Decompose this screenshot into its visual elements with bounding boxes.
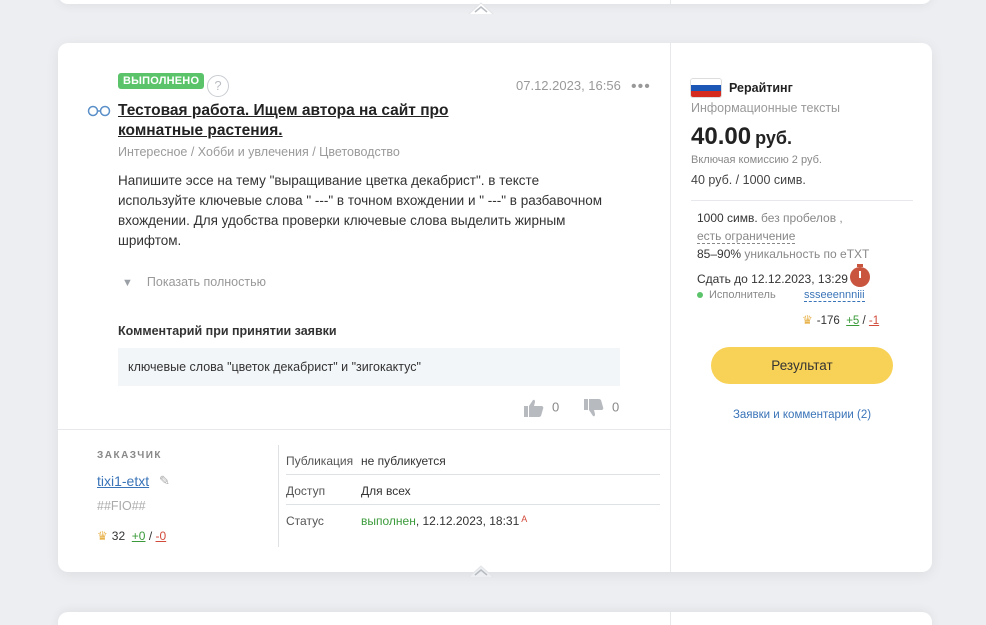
deadline-line: Сдать до 12.12.2023, 13:29 (697, 263, 870, 287)
volume-value: 1000 симв. (697, 211, 758, 225)
comment-text: ключевые слова "цветок декабрист" и "зиг… (118, 348, 620, 386)
meta-row-publication: Публикация не публикуется (286, 445, 660, 475)
executor-negative-reviews[interactable]: -1 (869, 315, 879, 327)
customer-positive-reviews[interactable]: +0 (132, 529, 146, 543)
previous-order-card (58, 0, 932, 4)
breadcrumb: Интересное / Хобби и увлечения / Цветово… (118, 145, 400, 159)
show-more-label: Показать полностью (146, 275, 266, 289)
dislikes-count: 0 (612, 399, 620, 415)
thumbs-up-icon (524, 399, 544, 417)
show-more-toggle[interactable]: ▼ Показать полностью (122, 275, 266, 289)
comment-heading: Комментарий при принятии заявки (118, 324, 337, 338)
rate-per-1000: 40 руб. / 1000 симв. (691, 173, 806, 187)
meta-row-status: Статус выполнен, 12.12.2023, 18:31 A (286, 505, 660, 535)
executor-name-wrap: ssseeennniii (804, 289, 865, 302)
price-currency: руб. (755, 128, 792, 148)
deadline: Сдать до 12.12.2023, 13:29 (697, 272, 848, 286)
executor-name-link[interactable]: ssseeennniii (804, 289, 865, 302)
chevron-down-icon: ▼ (122, 277, 133, 289)
result-button[interactable]: Результат (711, 347, 893, 384)
glasses-icon (87, 105, 111, 117)
executor-line: Исполнитель (697, 289, 776, 301)
like-button[interactable]: 0 (524, 399, 559, 417)
order-date: 07.12.2023, 16:56 (516, 78, 621, 93)
timer-icon (849, 264, 870, 287)
meta-value: не публикуется (361, 454, 446, 468)
online-dot-icon (697, 292, 703, 299)
volume-line: 1000 симв. без пробелов , (697, 211, 843, 225)
next-order-card (58, 612, 932, 625)
executor-positive-reviews[interactable]: +5 (846, 315, 859, 327)
customer-rating: ♛ 32 +0 / -0 (97, 529, 166, 543)
help-icon[interactable]: ? (207, 75, 229, 97)
status-mark: A (521, 514, 528, 524)
work-type: Рерайтинг (729, 81, 793, 95)
dislike-button[interactable]: 0 (584, 399, 619, 417)
price-value: 40.00 (691, 123, 752, 150)
likes-count: 0 (552, 399, 560, 415)
work-category: Информационные тексты (691, 101, 841, 115)
meta-key: Доступ (286, 484, 326, 498)
applications-link[interactable]: Заявки и комментарии (2) (671, 409, 933, 421)
crown-icon: ♛ (97, 529, 108, 543)
pencil-icon[interactable]: ✎ (159, 473, 170, 489)
customer-heading: ЗАКАЗЧИК (97, 450, 163, 461)
flag-icon (691, 79, 721, 97)
customer-rating-value: 32 (111, 529, 126, 543)
customer-name-link[interactable]: tixi1-etxt (97, 473, 149, 489)
more-icon[interactable]: ••• (631, 78, 651, 96)
chevron-up-icon[interactable] (468, 565, 494, 577)
limit-line: есть ограничение (697, 229, 796, 244)
executor-rating-value: -176 (816, 315, 840, 327)
executor-label: Исполнитель (709, 289, 776, 301)
customer-negative-reviews[interactable]: -0 (156, 529, 167, 543)
order-description: Напишите эссе на тему "выращивание цветк… (118, 173, 603, 248)
meta-key: Публикация (286, 454, 354, 468)
executor-rating: ♛ -176 +5 / -1 (802, 313, 879, 327)
order-card: ВЫПОЛНЕНО ? 07.12.2023, 16:56 ••• Тестов… (58, 43, 932, 572)
rating-separator: / (148, 529, 153, 543)
crown-icon: ♛ (802, 313, 813, 327)
rating-separator: / (862, 315, 866, 327)
commission-note: Включая комиссию 2 руб. (691, 154, 822, 166)
uniqueness-label: уникальность по eTXT (744, 247, 870, 261)
status-date: , 12.12.2023, 18:31 (415, 514, 520, 528)
status-value: выполнен (361, 514, 416, 528)
order-sidebar: Рерайтинг Информационные тексты 40.00 руб… (670, 43, 932, 572)
order-main: ВЫПОЛНЕНО ? 07.12.2023, 16:56 ••• Тестов… (58, 43, 670, 429)
order-title[interactable]: Тестовая работа. Ищем автора на сайт про… (118, 101, 498, 141)
volume-note: без пробелов , (761, 211, 843, 225)
status-badge: ВЫПОЛНЕНО (118, 73, 205, 89)
meta-value: Для всех (361, 484, 411, 498)
meta-key: Статус (286, 514, 324, 528)
meta-row-access: Доступ Для всех (286, 475, 660, 505)
uniqueness-line: 85–90% уникальность по eTXT (697, 247, 869, 261)
price: 40.00 руб. (691, 123, 792, 151)
meta-value: выполнен, 12.12.2023, 18:31 A (361, 514, 527, 528)
order-meta-table: Публикация не публикуется Доступ Для все… (286, 445, 660, 535)
uniqueness-value: 85–90% (697, 247, 742, 261)
chevron-up-icon[interactable] (468, 2, 494, 14)
thumbs-down-icon (584, 399, 604, 417)
customer-fio: ##FIO## (97, 499, 146, 513)
limit-link[interactable]: есть ограничение (697, 229, 796, 244)
